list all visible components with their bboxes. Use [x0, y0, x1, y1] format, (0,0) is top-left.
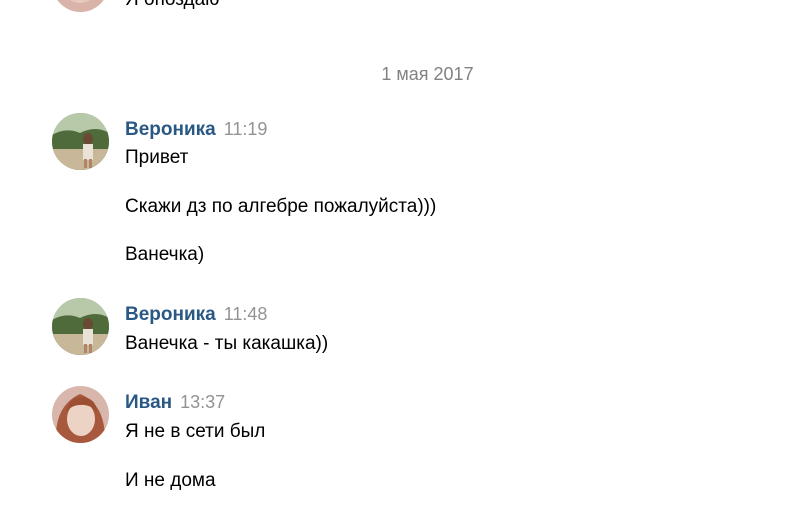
avatar-ivan[interactable]: [52, 386, 109, 443]
author-name[interactable]: Иван: [125, 392, 172, 413]
message-text-partial: Я опоздаю: [125, 0, 219, 12]
date-separator: 1 мая 2017: [381, 64, 474, 84]
author-name[interactable]: Вероника: [125, 304, 216, 325]
message-text: Скажи дз по алгебре пожалуйста))): [125, 196, 437, 217]
message-text: И не дома: [125, 470, 216, 491]
message-time[interactable]: 13:37: [180, 392, 225, 412]
message-text: Ванечка - ты какашка)): [125, 333, 329, 354]
message-text: Привет: [125, 147, 189, 168]
message-time[interactable]: 11:48: [224, 304, 268, 324]
message-header: Вероника 11:48: [125, 302, 267, 327]
avatar-veronika[interactable]: [52, 113, 109, 170]
message-header: Вероника 11:19: [125, 117, 267, 142]
avatar-veronika[interactable]: [52, 298, 109, 355]
chat-history: Я опоздаю 1 мая 2017 Вероника 11:19 Приве…: [0, 0, 800, 523]
message-text: Ванечка): [125, 244, 205, 265]
author-name[interactable]: Вероника: [125, 119, 216, 140]
message-text: Я не в сети был: [125, 421, 266, 442]
message-header: Иван 13:37: [125, 390, 225, 415]
avatar-ivan-previous[interactable]: [52, 0, 109, 12]
message-time[interactable]: 11:19: [224, 119, 268, 139]
